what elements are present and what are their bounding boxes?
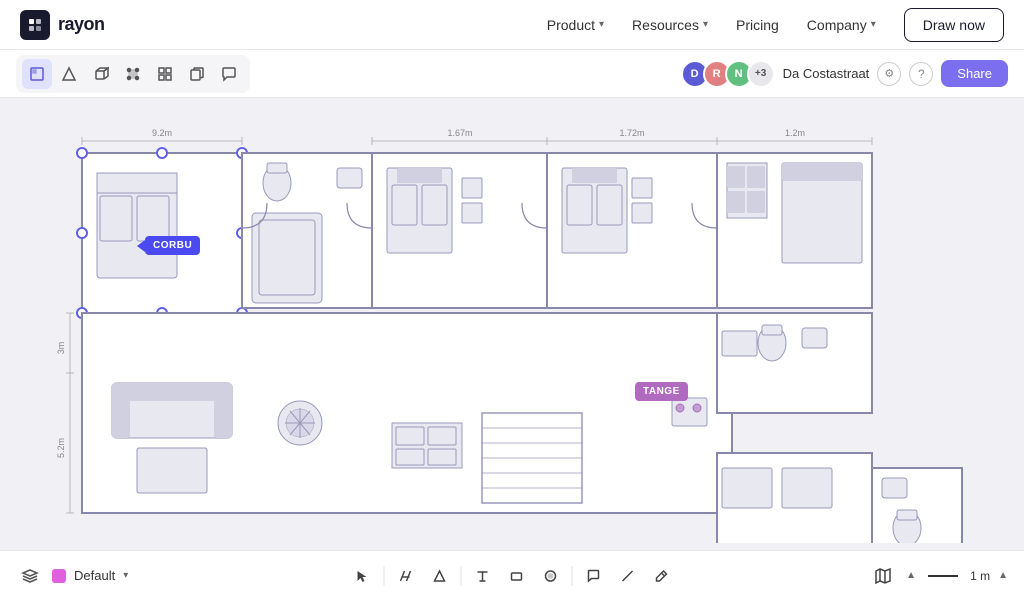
svg-text:1.72m: 1.72m bbox=[619, 128, 644, 138]
layer-color-dot bbox=[52, 569, 66, 583]
avatar-more: +3 bbox=[747, 60, 775, 88]
separator bbox=[384, 566, 385, 586]
floorplan-svg: .wall { stroke: #8888aa; stroke-width: 2… bbox=[52, 113, 972, 543]
logo[interactable]: rayon bbox=[20, 10, 105, 40]
svg-text:9.2m: 9.2m bbox=[152, 128, 172, 138]
tool-pen[interactable] bbox=[647, 561, 677, 591]
tool-copy[interactable] bbox=[182, 59, 212, 89]
bottom-tools bbox=[348, 561, 677, 591]
tool-area[interactable] bbox=[118, 59, 148, 89]
toolbar: D R N +3 Da Costastraat ⚙ ? Share bbox=[0, 50, 1024, 98]
map-toggle[interactable] bbox=[868, 561, 898, 591]
scale-label: 1 m bbox=[970, 569, 990, 583]
chevron-down-icon: ▾ bbox=[871, 19, 876, 30]
logo-icon bbox=[20, 10, 50, 40]
tool-select[interactable] bbox=[22, 59, 52, 89]
tool-comment2[interactable] bbox=[579, 561, 609, 591]
nav-product[interactable]: Product ▾ bbox=[535, 11, 616, 39]
bottom-left: Default ▾ bbox=[16, 562, 128, 590]
tool-text[interactable] bbox=[468, 561, 498, 591]
toolbar-right: D R N +3 Da Costastraat ⚙ ? Share bbox=[681, 60, 1008, 88]
arrow-icon bbox=[137, 240, 145, 252]
tool-shape[interactable] bbox=[54, 59, 84, 89]
tool-comment[interactable] bbox=[214, 59, 244, 89]
layer-chevron-icon[interactable]: ▾ bbox=[123, 570, 128, 581]
navbar: rayon Product ▾ Resources ▾ Pricing Comp… bbox=[0, 0, 1024, 50]
street-label: Da Costastraat bbox=[783, 66, 870, 81]
nav-links: Product ▾ Resources ▾ Pricing Company ▾ bbox=[535, 11, 888, 39]
corbu-label: CORBU bbox=[145, 236, 200, 255]
help-icon[interactable]: ⚙ bbox=[877, 62, 901, 86]
scale-bar bbox=[928, 575, 958, 577]
nav-company[interactable]: Company ▾ bbox=[795, 11, 888, 39]
canvas-area[interactable]: .wall { stroke: #8888aa; stroke-width: 2… bbox=[0, 98, 1024, 550]
nav-pricing[interactable]: Pricing bbox=[724, 11, 791, 39]
chevron-down-icon: ▾ bbox=[703, 19, 708, 30]
logo-text: rayon bbox=[58, 14, 105, 35]
svg-text:5.2m: 5.2m bbox=[56, 438, 66, 458]
question-mark-icon: ⚙ bbox=[884, 67, 894, 80]
toolbar-tools bbox=[16, 55, 250, 93]
tool-line[interactable] bbox=[613, 561, 643, 591]
avatar-group: D R N +3 bbox=[681, 60, 775, 88]
svg-text:3m: 3m bbox=[56, 342, 66, 355]
bottom-right: ▲ 1 m ▲ bbox=[868, 561, 1008, 591]
svg-text:1.67m: 1.67m bbox=[447, 128, 472, 138]
draw-now-button[interactable]: Draw now bbox=[904, 8, 1004, 42]
chevron-up-icon: ▲ bbox=[906, 570, 916, 581]
chevron-down-icon: ▾ bbox=[599, 19, 604, 30]
tool-wall[interactable] bbox=[391, 561, 421, 591]
question-icon[interactable]: ? bbox=[909, 62, 933, 86]
tool-circle[interactable] bbox=[536, 561, 566, 591]
tool-rect[interactable] bbox=[502, 561, 532, 591]
tool-cube[interactable] bbox=[86, 59, 116, 89]
tange-label: TANGE bbox=[635, 382, 688, 401]
tool-grid[interactable] bbox=[150, 59, 180, 89]
separator bbox=[461, 566, 462, 586]
separator bbox=[572, 566, 573, 586]
bottom-bar: Default ▾ bbox=[0, 550, 1024, 600]
layers-icon[interactable] bbox=[16, 562, 44, 590]
nav-resources[interactable]: Resources ▾ bbox=[620, 11, 720, 39]
layer-name: Default bbox=[74, 568, 115, 583]
share-button[interactable]: Share bbox=[941, 60, 1008, 87]
svg-text:1.2m: 1.2m bbox=[785, 128, 805, 138]
chevron-up-icon2: ▲ bbox=[998, 570, 1008, 581]
tool-select-arrow[interactable] bbox=[348, 561, 378, 591]
tool-shape2[interactable] bbox=[425, 561, 455, 591]
